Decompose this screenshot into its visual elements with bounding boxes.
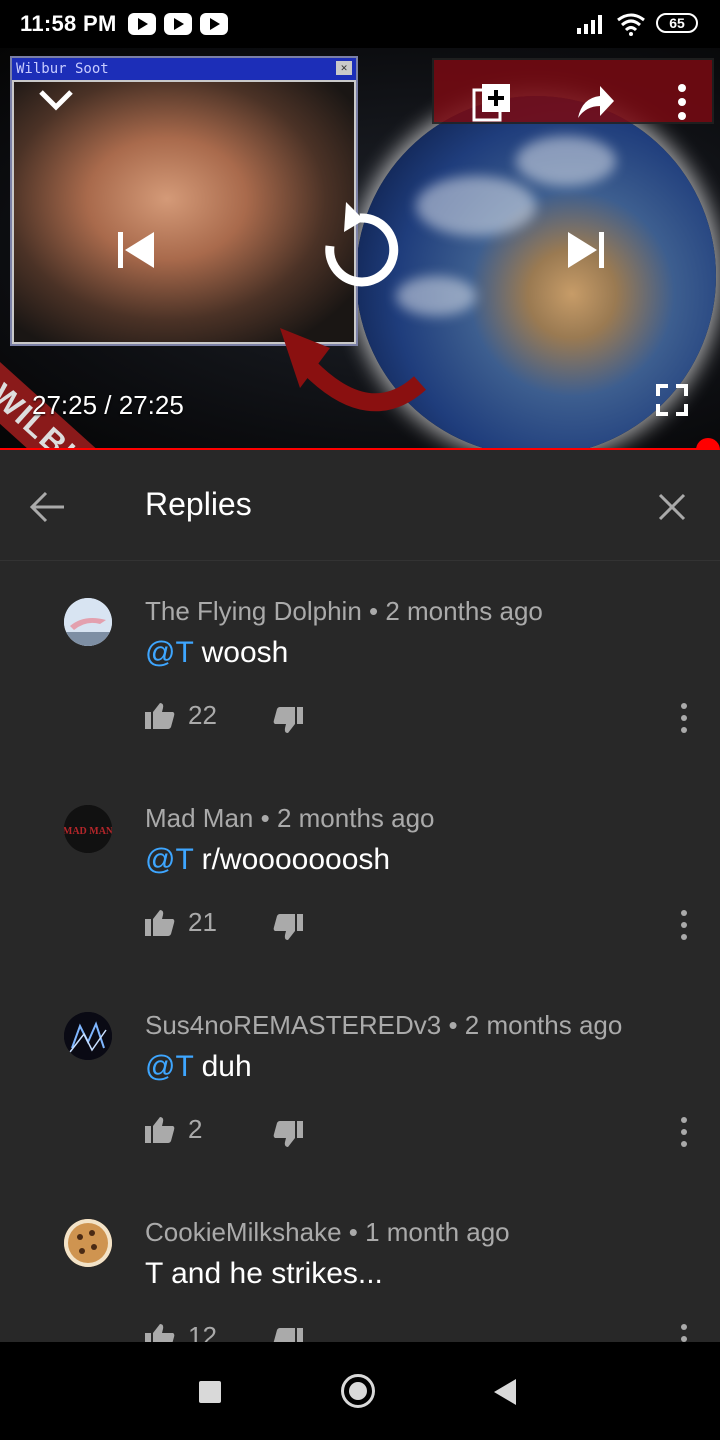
youtube-notification-icon (128, 13, 156, 35)
replies-title: Replies (145, 486, 252, 522)
reply-comment: CookieMilkshake • 1 month ago T and he s… (0, 1197, 720, 1342)
comment-mention[interactable]: @T (145, 636, 193, 669)
comment-body: r/wooooooosh (201, 843, 391, 876)
comment-mention[interactable]: @T (145, 1050, 193, 1083)
signal-icon (577, 15, 602, 34)
video-scrubber[interactable] (696, 438, 720, 450)
video-thumbnail-arrow (280, 328, 427, 412)
thumbs-down-icon[interactable] (272, 706, 304, 734)
video-time-display: 27:25 / 27:25 (32, 390, 184, 420)
more-actions-icon[interactable] (674, 700, 694, 736)
comment-age: 1 month ago (365, 1217, 510, 1247)
wifi-icon (617, 13, 645, 36)
avatar[interactable] (64, 1012, 112, 1060)
back-arrow-icon[interactable] (28, 489, 68, 525)
thumbs-down-icon[interactable] (272, 1120, 304, 1148)
comment-author[interactable]: Mad Man (145, 803, 253, 833)
comment-meta: The Flying Dolphin • 2 months ago (145, 596, 543, 626)
system-nav-bar (0, 1342, 720, 1440)
avatar[interactable] (64, 1219, 112, 1267)
comment-meta: CookieMilkshake • 1 month ago (145, 1217, 510, 1247)
thumbnail-close-icon: ✕ (336, 61, 352, 75)
home-icon[interactable] (341, 1374, 375, 1408)
thumbnail-window-title: Wilbur Soot (16, 61, 109, 77)
share-icon[interactable] (576, 84, 616, 120)
avatar[interactable]: MAD MAN (64, 805, 112, 853)
reply-comment: The Flying Dolphin • 2 months ago @T woo… (0, 576, 720, 782)
comment-mention[interactable]: @T (145, 843, 193, 876)
video-player[interactable]: Wilbur Soot ✕ WILBUR 27:25 / 27:25 (0, 48, 720, 450)
add-to-playlist-icon[interactable] (472, 82, 512, 122)
comment-text: @T r/wooooooosh (145, 843, 390, 877)
more-actions-icon[interactable] (674, 1114, 694, 1150)
youtube-notification-icon (164, 13, 192, 35)
back-icon[interactable] (494, 1379, 516, 1405)
avatar-text: MAD MAN (64, 826, 112, 837)
comment-meta: Sus4noREMASTEREDv3 • 2 months ago (145, 1010, 623, 1040)
thumbs-up-icon[interactable] (144, 702, 176, 730)
like-count: 12 (188, 1321, 217, 1342)
replies-header: Replies (0, 454, 720, 561)
more-options-icon[interactable] (674, 82, 690, 122)
comment-author[interactable]: CookieMilkshake (145, 1217, 342, 1247)
status-time: 11:58 PM (20, 11, 117, 36)
comment-age: 2 months ago (464, 1010, 623, 1040)
previous-icon[interactable] (116, 230, 156, 270)
like-count: 22 (188, 700, 217, 730)
collapse-chevron-icon[interactable] (38, 84, 74, 114)
thumbs-up-icon[interactable] (144, 1323, 176, 1342)
comment-age: 2 months ago (276, 803, 435, 833)
comment-author[interactable]: Sus4noREMASTEREDv3 (145, 1010, 441, 1040)
reply-comment: Sus4noREMASTEREDv3 • 2 months ago @T duh… (0, 990, 720, 1196)
comment-body: woosh (201, 636, 289, 669)
thumbs-down-icon[interactable] (272, 1327, 304, 1342)
comment-text: T and he strikes... (145, 1257, 383, 1291)
avatar[interactable] (64, 598, 112, 646)
battery-indicator: 65 (656, 13, 698, 33)
status-bar: 11:58 PM 65 (0, 0, 720, 48)
youtube-notification-icon (200, 13, 228, 35)
reply-comment: MAD MAN Mad Man • 2 months ago @T r/wooo… (0, 783, 720, 989)
thumbs-up-icon[interactable] (144, 909, 176, 937)
video-progress-bar[interactable] (0, 448, 708, 450)
next-icon[interactable] (566, 230, 606, 270)
thumbs-down-icon[interactable] (272, 913, 304, 941)
close-icon[interactable] (652, 487, 692, 527)
comment-body: T and he strikes... (145, 1257, 383, 1290)
replay-icon[interactable] (320, 198, 400, 292)
comment-age: 2 months ago (385, 596, 543, 626)
comment-text: @T duh (145, 1050, 252, 1084)
like-count: 21 (188, 907, 217, 937)
comment-meta: Mad Man • 2 months ago (145, 803, 435, 833)
comment-author[interactable]: The Flying Dolphin (145, 596, 362, 626)
like-count: 2 (188, 1114, 203, 1144)
recents-icon[interactable] (199, 1381, 221, 1403)
fullscreen-icon[interactable] (656, 384, 688, 416)
more-actions-icon[interactable] (674, 907, 694, 943)
comment-body: duh (201, 1050, 252, 1083)
thumbs-up-icon[interactable] (144, 1116, 176, 1144)
comment-text: @T woosh (145, 636, 288, 670)
more-actions-icon[interactable] (674, 1321, 694, 1342)
